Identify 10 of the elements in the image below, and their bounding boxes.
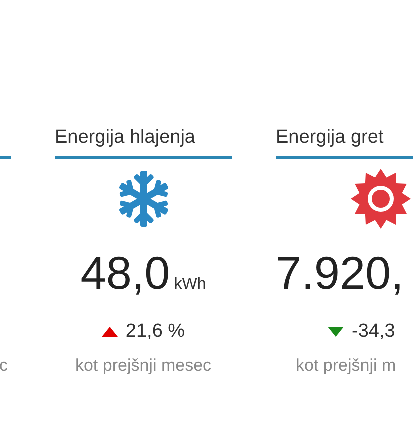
card-title: Energija gret [276, 126, 384, 150]
comparison-text: kot prejšnji m [296, 356, 396, 375]
card-title: Energija hlajenja [55, 126, 196, 150]
value-text: 48,0 [80, 246, 170, 301]
unit-text: kWh [174, 275, 206, 295]
comparison-text: kot prejšnji mesec [75, 356, 212, 375]
change-text: -34,3 [352, 320, 396, 344]
value-text: 7.920, [276, 246, 404, 301]
change-text: 21,6 % [126, 320, 186, 344]
comparison-text: c [0, 356, 8, 375]
